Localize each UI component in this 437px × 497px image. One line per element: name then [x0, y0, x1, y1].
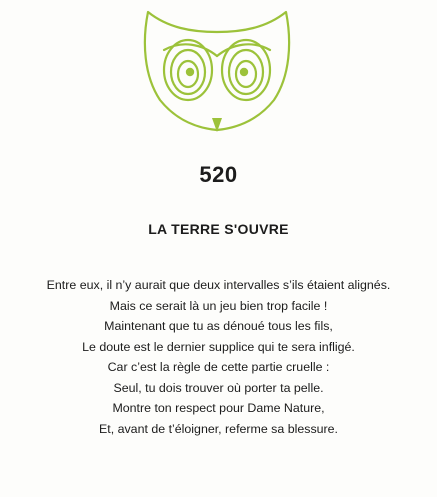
poem-line: Et, avant de t’éloigner, referme sa bles… — [99, 421, 338, 436]
poem-line: Le doute est le dernier supplice qui te … — [82, 339, 355, 354]
riddle-title: LA TERRE S'OUVRE — [148, 221, 289, 237]
poem-line: Car c’est la règle de cette partie cruel… — [107, 360, 330, 374]
owl-icon — [143, 10, 291, 132]
poem-line: Entre eux, il n’y aurait que deux interv… — [46, 278, 391, 292]
riddle-number: 520 — [199, 162, 238, 187]
poem-line: Montre ton respect pour Dame Nature, — [112, 401, 325, 415]
poem-line: Maintenant que tu as dénoué tous les fil… — [104, 319, 333, 333]
poem-line: Seul, tu dois trouver où porter ta pelle… — [113, 380, 324, 395]
riddle-poem: Entre eux, il n’y aurait que deux interv… — [0, 275, 437, 439]
poem-line: Mais ce serait là un jeu bien trop facil… — [109, 298, 328, 313]
